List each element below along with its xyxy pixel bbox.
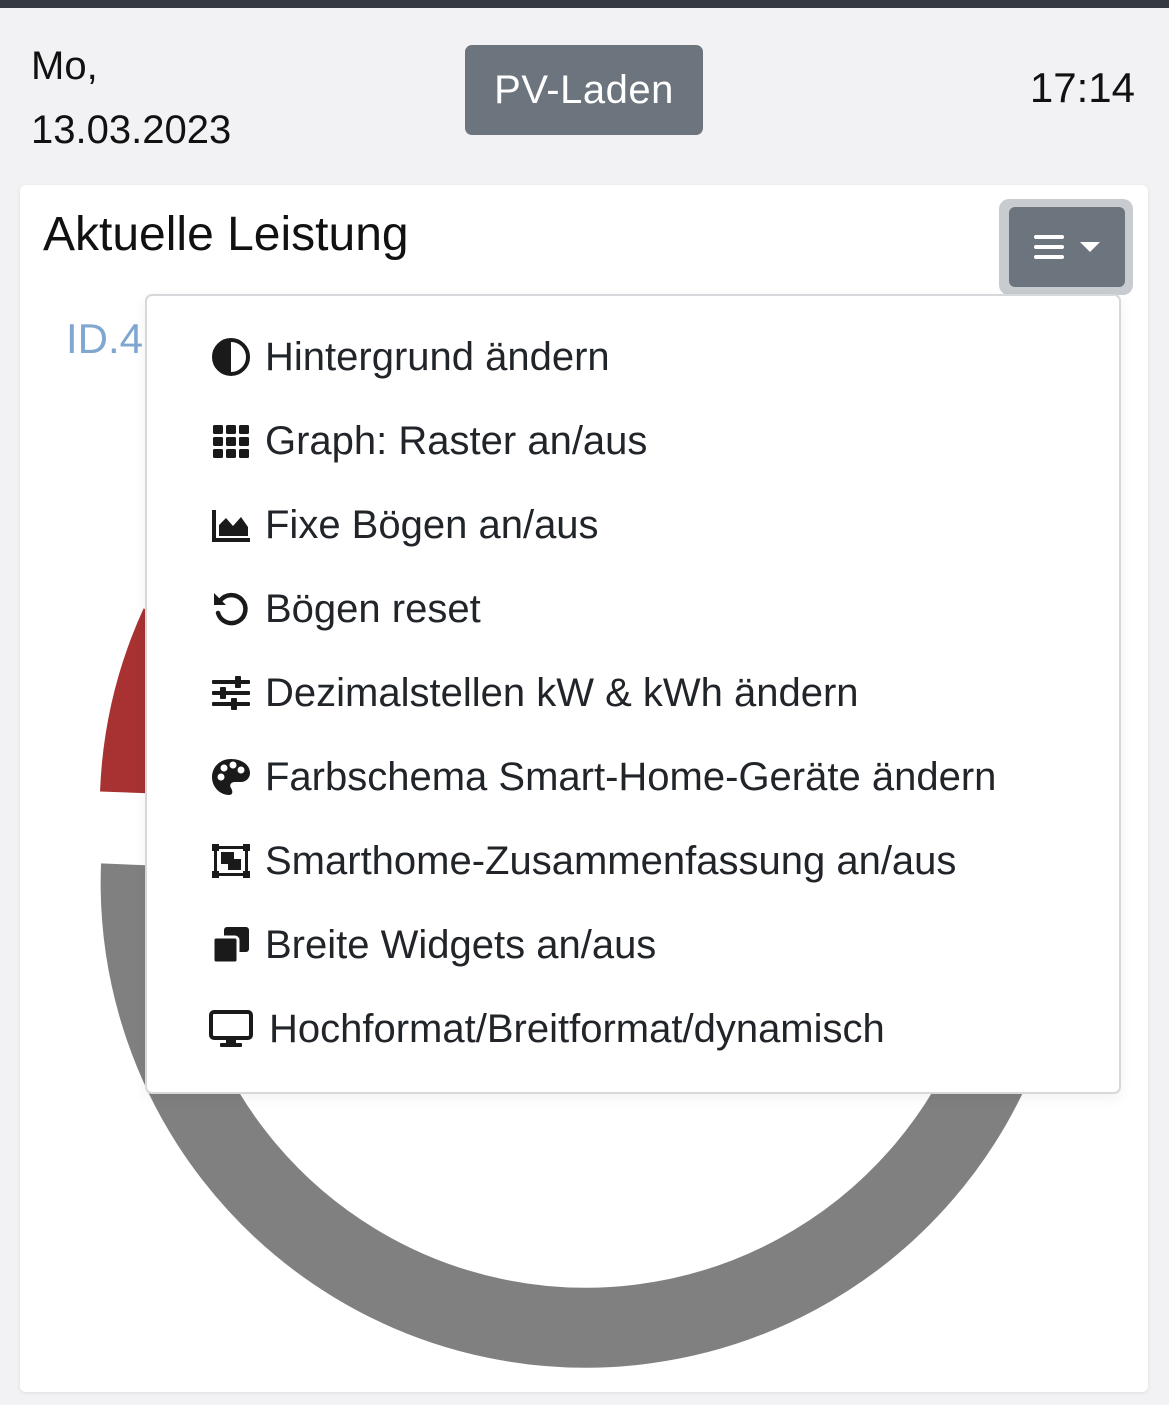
clone-icon	[209, 923, 253, 967]
menu-item-grid[interactable]: Graph: Raster an/aus	[209, 411, 647, 471]
menu-item-label: Farbschema Smart-Home-Geräte ändern	[265, 754, 997, 799]
header: Mo, 13.03.2023 PV-Laden 17:14	[0, 8, 1169, 178]
date-value: 13.03.2023	[31, 108, 232, 152]
undo-icon	[209, 587, 253, 631]
palette-icon	[209, 755, 253, 799]
object-group-icon	[209, 839, 253, 883]
area-chart-icon	[209, 503, 253, 547]
menu-item-orientation[interactable]: Hochformat/Breitformat/dynamisch	[209, 999, 885, 1059]
menu-item-label: Hochformat/Breitformat/dynamisch	[269, 1006, 885, 1051]
device-label: ID.4	[66, 315, 144, 362]
grid-icon	[209, 419, 253, 463]
menu-item-reset-arcs[interactable]: Bögen reset	[209, 579, 481, 639]
contrast-icon	[209, 335, 253, 379]
desktop-icon	[209, 1007, 253, 1051]
clock: 17:14	[1029, 64, 1135, 111]
menu-item-fixed-arcs[interactable]: Fixe Bögen an/aus	[209, 495, 599, 555]
charge-mode-button[interactable]: PV-Laden	[465, 45, 703, 135]
sliders-icon	[209, 671, 253, 715]
menu-item-label: Fixe Bögen an/aus	[265, 502, 599, 547]
menu-item-label: Graph: Raster an/aus	[265, 418, 648, 463]
menu-item-label: Smarthome-Zusammenfassung an/aus	[265, 838, 957, 883]
top-strip	[0, 0, 1169, 8]
menu-item-background[interactable]: Hintergrund ändern	[209, 327, 610, 387]
menu-toggle-button[interactable]	[1009, 207, 1125, 287]
menu-item-decimals[interactable]: Dezimalstellen kW & kWh ändern	[209, 663, 859, 723]
menu-item-label: Bögen reset	[265, 586, 481, 631]
menu-item-label: Breite Widgets an/aus	[265, 922, 657, 967]
date-display: Mo, 13.03.2023	[31, 34, 231, 162]
bars-icon	[1034, 235, 1064, 259]
weekday: Mo,	[31, 44, 98, 88]
menu-item-label: Hintergrund ändern	[265, 334, 610, 379]
caret-down-icon	[1080, 242, 1100, 252]
settings-dropdown-menu: Hintergrund ändern Graph: Raster an/aus …	[145, 294, 1121, 1094]
card-title: Aktuelle Leistung	[43, 208, 409, 261]
menu-item-color-scheme[interactable]: Farbschema Smart-Home-Geräte ändern	[209, 747, 996, 807]
menu-item-smarthome-summary[interactable]: Smarthome-Zusammenfassung an/aus	[209, 831, 956, 891]
menu-item-label: Dezimalstellen kW & kWh ändern	[265, 670, 859, 715]
menu-item-wide-widgets[interactable]: Breite Widgets an/aus	[209, 915, 656, 975]
